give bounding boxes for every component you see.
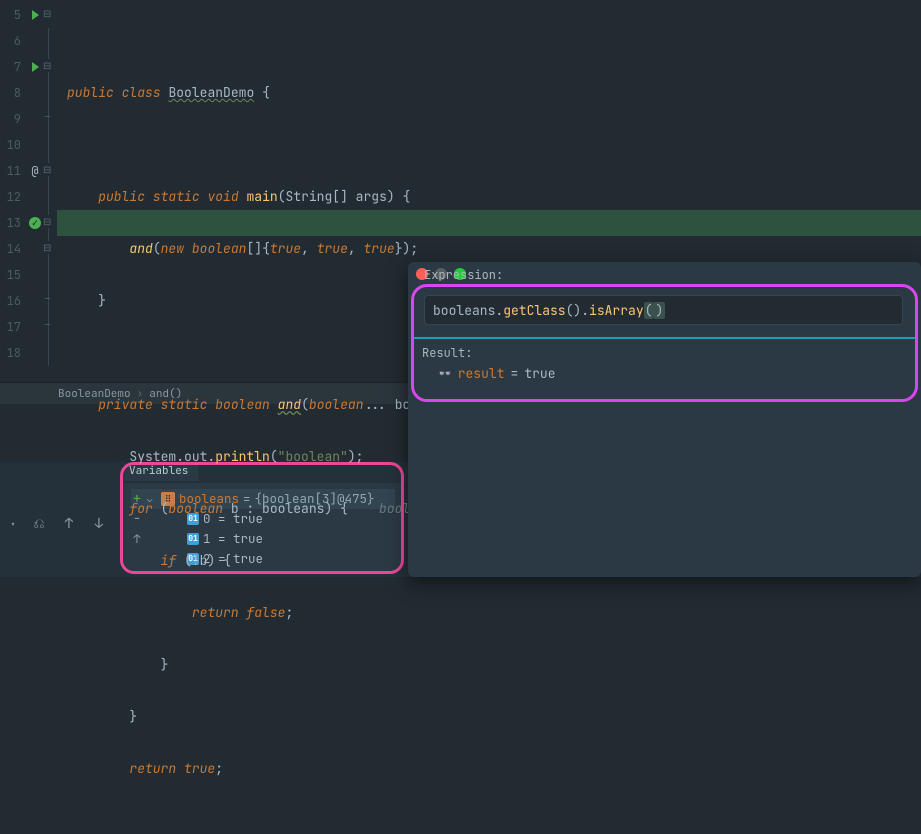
- annotation-icon: @: [31, 163, 38, 179]
- breakpoint-hit-icon[interactable]: ✓: [29, 217, 41, 229]
- execution-line-highlight: [57, 210, 921, 236]
- restore-layout-icon[interactable]: ⎌: [26, 511, 52, 537]
- expression-highlight-box: booleans.getClass().isArray() Result: 👓 …: [411, 284, 918, 402]
- run-class-icon[interactable]: [32, 10, 39, 20]
- expression-input[interactable]: booleans.getClass().isArray(): [424, 295, 903, 325]
- primitive-icon: 01: [187, 533, 199, 545]
- expression-label: Expression:: [424, 267, 503, 283]
- line-number-gutter: 567 8910 111213 141516 1718: [0, 0, 27, 382]
- result-label: Result:: [422, 345, 472, 361]
- run-main-icon[interactable]: [32, 62, 39, 72]
- down-stack-icon[interactable]: ↓: [86, 511, 112, 537]
- move-up-icon[interactable]: ↑: [131, 529, 143, 549]
- thread-dropdown-icon[interactable]: [4, 511, 22, 537]
- result-row[interactable]: 👓 result = true: [438, 365, 556, 382]
- up-stack-icon[interactable]: ↑: [56, 511, 82, 537]
- watch-icon: 👓: [438, 367, 452, 381]
- var-item-1[interactable]: 1 = true: [203, 529, 263, 549]
- expression-divider: [414, 337, 915, 339]
- run-gutter: @ ✓: [27, 0, 43, 382]
- evaluate-expression-popup[interactable]: Expression: booleans.getClass().isArray(…: [408, 262, 921, 577]
- fold-gutter: [43, 0, 57, 382]
